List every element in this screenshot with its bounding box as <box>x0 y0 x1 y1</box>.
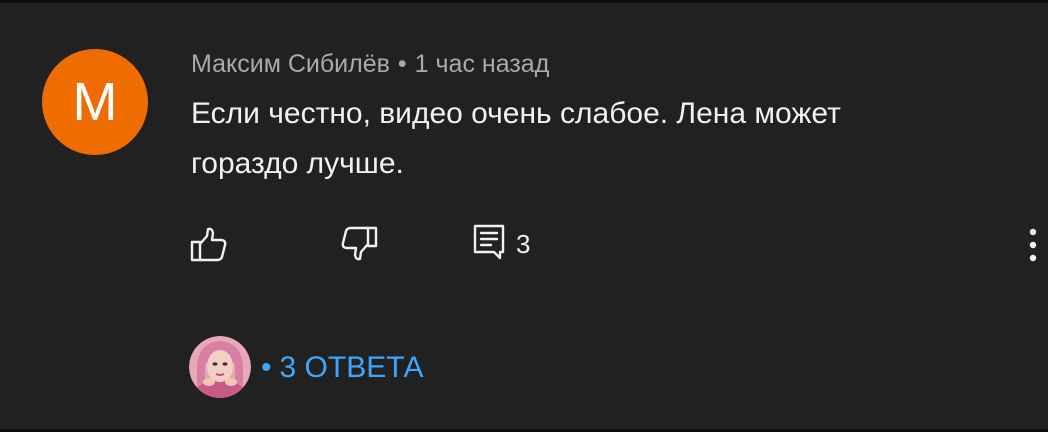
author-name[interactable]: Максим Сибилёв <box>191 50 390 78</box>
comment-meta: Максим Сибилёв • 1 час назад <box>191 50 549 79</box>
comment-time[interactable]: 1 час назад <box>415 50 550 78</box>
replier-avatar <box>189 336 251 398</box>
thumb-down-icon <box>341 226 378 261</box>
dislike-button[interactable] <box>339 223 379 263</box>
comment-text: Если честно, видео очень слабое. Лена мо… <box>191 97 841 180</box>
avatar-letter: M <box>72 72 118 132</box>
replies-separator: • <box>261 351 272 384</box>
reply-count[interactable]: 3 <box>516 229 530 260</box>
comment-icon <box>473 224 505 260</box>
thumb-up-icon <box>190 227 227 262</box>
meta-separator: • <box>397 50 407 78</box>
comment-card: M Максим Сибилёв • 1 час назад Если честно… <box>0 0 1048 432</box>
more-options-button[interactable] <box>1018 223 1048 267</box>
view-replies-link[interactable]: • 3 ОТВЕТА <box>261 351 424 385</box>
like-button[interactable] <box>189 225 229 265</box>
more-vert-icon <box>1029 228 1037 262</box>
reply-button[interactable] <box>470 221 510 261</box>
author-avatar[interactable]: M <box>42 49 148 155</box>
replies-label: 3 ОТВЕТА <box>279 351 424 384</box>
